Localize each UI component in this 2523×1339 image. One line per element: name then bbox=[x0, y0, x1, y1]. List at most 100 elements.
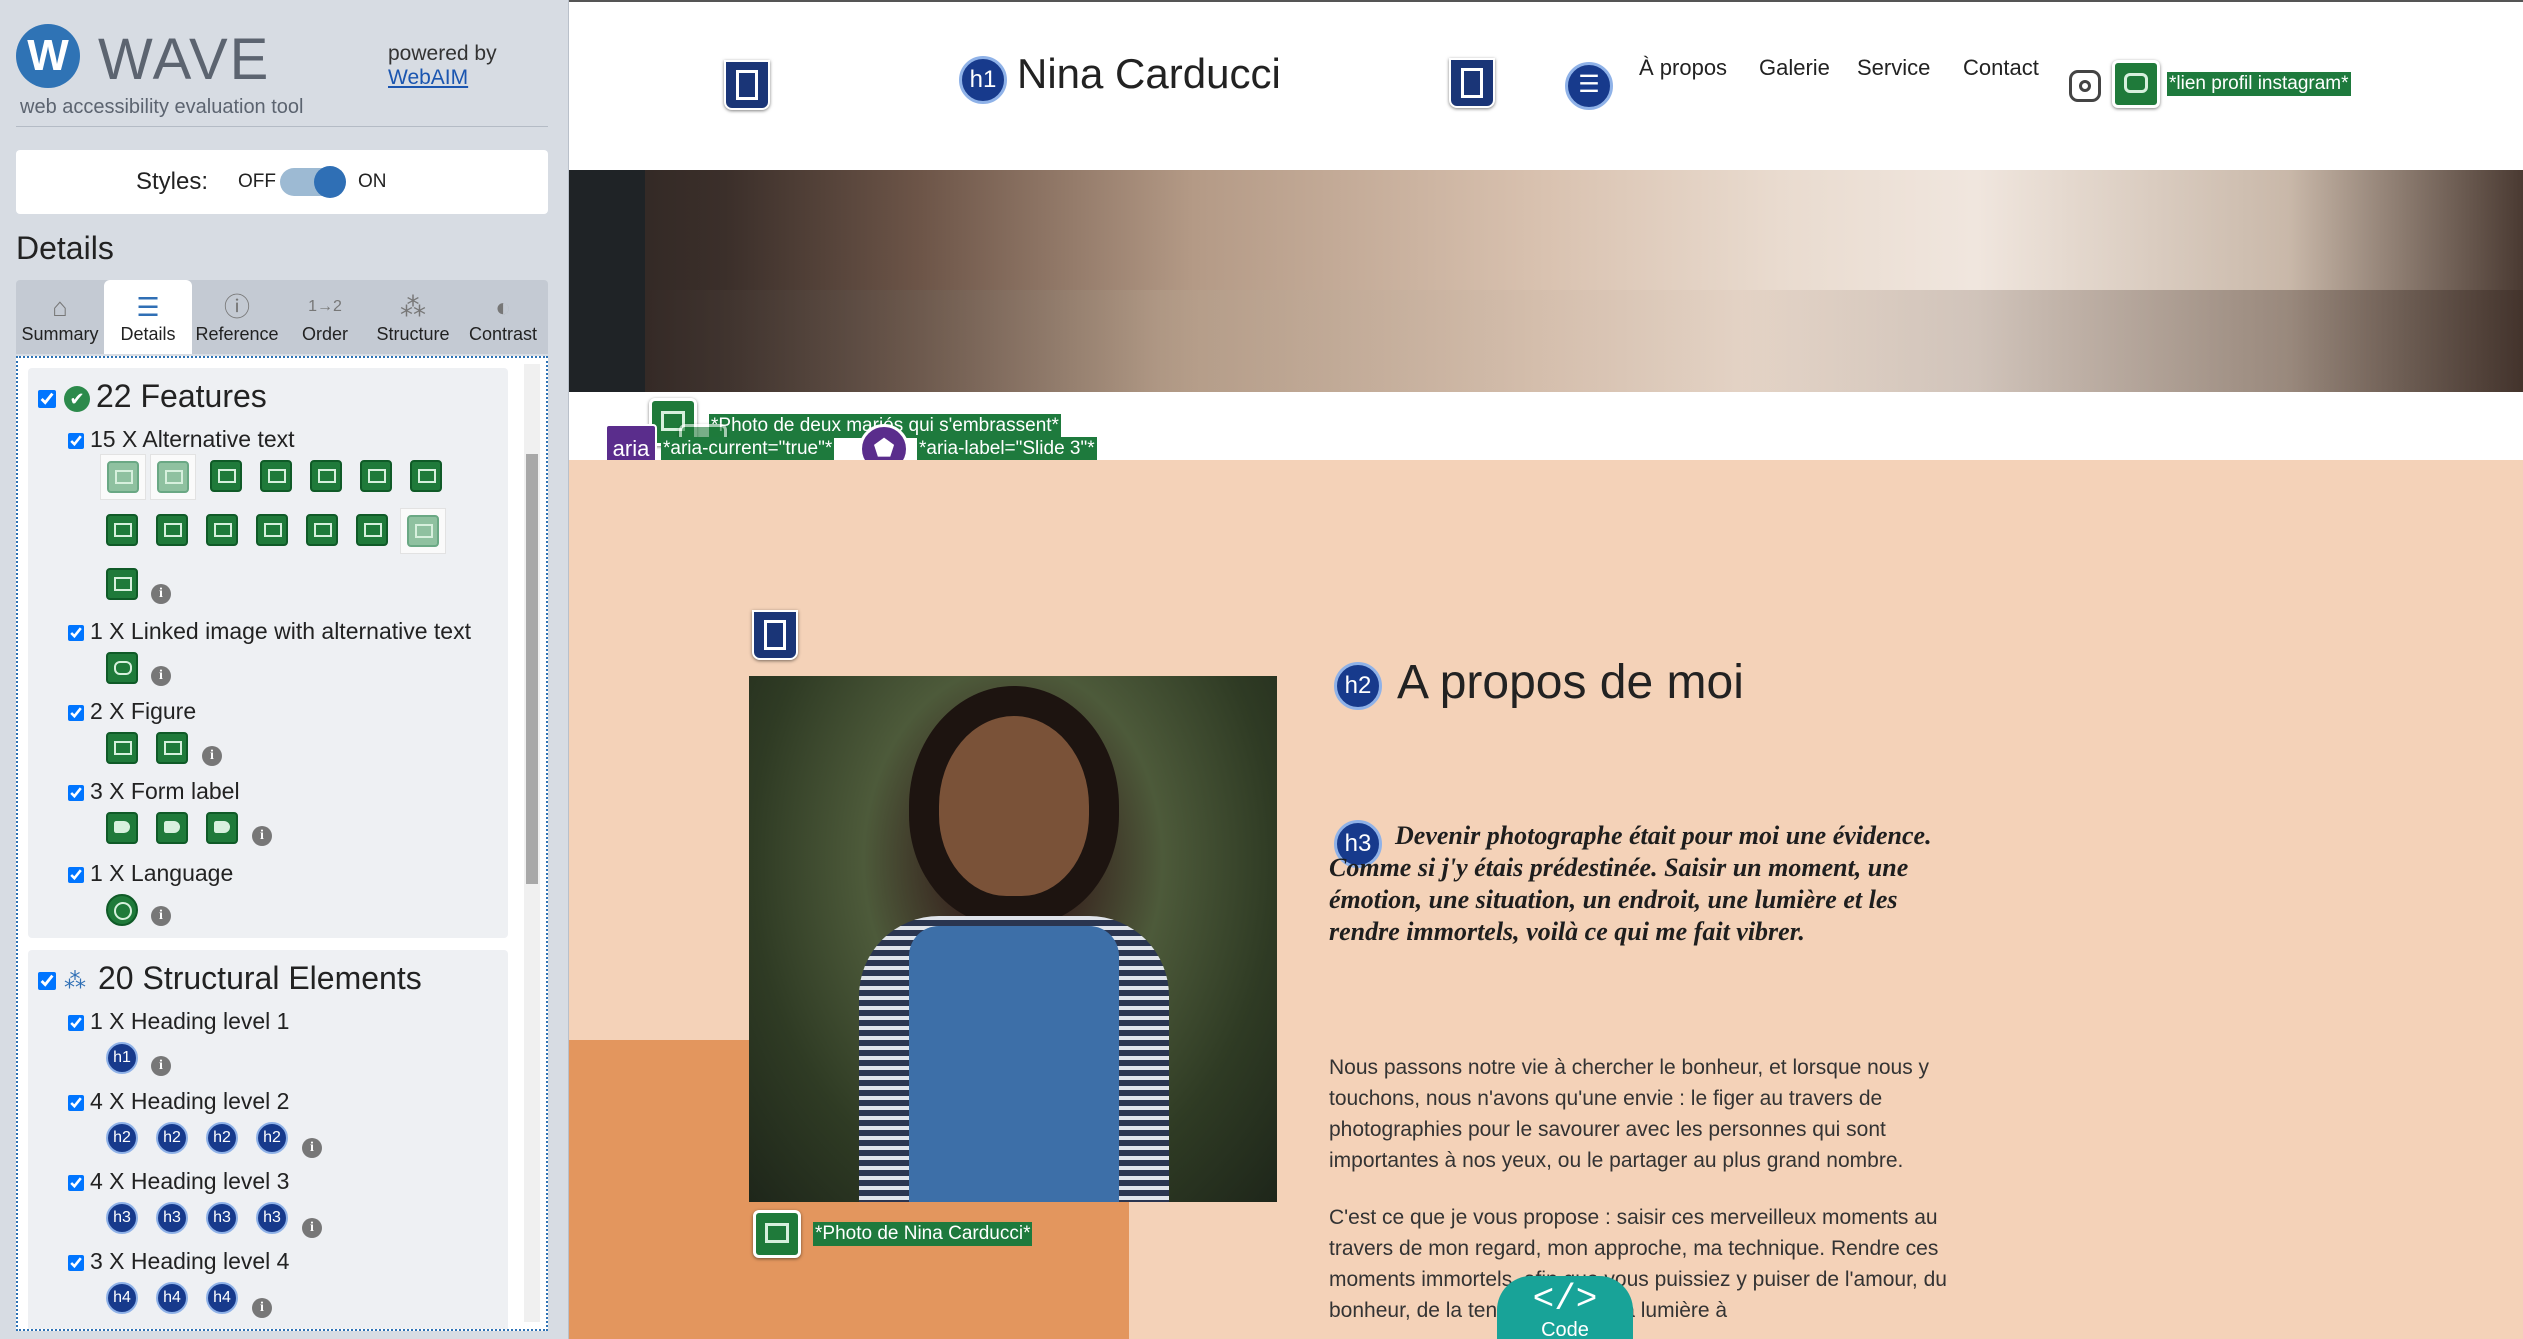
structure-icon: ⁂ bbox=[64, 967, 86, 993]
tab-details[interactable]: ☰ Details bbox=[104, 280, 192, 354]
h2-badge-icon[interactable]: h2 bbox=[156, 1122, 188, 1154]
h1-checkbox[interactable] bbox=[68, 1014, 84, 1031]
image-icon[interactable] bbox=[410, 460, 442, 492]
figure-icon[interactable] bbox=[106, 732, 138, 764]
section-landmark-icon[interactable] bbox=[752, 610, 798, 660]
instagram-icon[interactable] bbox=[2069, 70, 2101, 102]
h3-badge-icon[interactable]: h3 bbox=[206, 1202, 238, 1234]
h3-badge-icon[interactable]: h3 bbox=[156, 1202, 188, 1234]
site-title: Nina Carducci bbox=[1017, 50, 1281, 97]
portrait-photo bbox=[749, 676, 1277, 1202]
h4-badge-icon[interactable]: h4 bbox=[106, 1282, 138, 1314]
tab-order[interactable]: 1→2 Order bbox=[282, 280, 368, 354]
webaim-link[interactable]: WebAIM bbox=[388, 66, 468, 89]
contrast-icon: ◐ bbox=[495, 292, 511, 322]
info-icon[interactable]: i bbox=[252, 826, 272, 846]
feature-alt-text: 15 X Alternative text bbox=[68, 426, 295, 453]
info-icon[interactable]: i bbox=[151, 906, 171, 926]
tab-reference[interactable]: ⓘ Reference bbox=[192, 280, 282, 354]
alt-text-icon-wrap[interactable] bbox=[100, 454, 146, 500]
info-icon[interactable]: i bbox=[151, 1056, 171, 1076]
header-landmark-icon[interactable] bbox=[724, 60, 770, 110]
code-label: Code bbox=[1541, 1319, 1589, 1339]
h1-badge-icon[interactable]: h1 bbox=[959, 56, 1007, 104]
wave-sidebar: W WAVE web accessibility evaluation tool… bbox=[0, 0, 569, 1339]
form-label-checkbox[interactable] bbox=[68, 784, 84, 801]
alt-text-icon-wrap[interactable] bbox=[400, 508, 446, 554]
struct-label: 4 X Heading level 3 bbox=[90, 1168, 290, 1194]
linked-image-icon[interactable] bbox=[106, 652, 138, 684]
image-icon[interactable] bbox=[106, 514, 138, 546]
image-icon[interactable] bbox=[206, 514, 238, 546]
tag-icon[interactable] bbox=[156, 812, 188, 844]
h2-badge-icon[interactable]: h2 bbox=[256, 1122, 288, 1154]
alt-text-checkbox[interactable] bbox=[68, 432, 84, 449]
portrait-alt-tag: *Photo de Nina Carducci* bbox=[813, 1222, 1033, 1246]
info-icon[interactable]: i bbox=[302, 1138, 322, 1158]
h4-checkbox[interactable] bbox=[68, 1254, 84, 1271]
figure-icon[interactable] bbox=[156, 732, 188, 764]
linked-image-checkbox[interactable] bbox=[68, 624, 84, 641]
info-icon[interactable]: i bbox=[302, 1218, 322, 1238]
order-icon: 1→2 bbox=[308, 298, 342, 315]
h4-badge-icon[interactable]: h4 bbox=[206, 1282, 238, 1314]
linked-image-icon[interactable] bbox=[2112, 60, 2160, 108]
struct-h2: 4 X Heading level 2 bbox=[68, 1088, 289, 1115]
image-icon[interactable] bbox=[106, 568, 138, 600]
scrollbar-thumb[interactable] bbox=[526, 454, 538, 884]
list-icon[interactable]: ☰ bbox=[1565, 62, 1613, 110]
image-icon[interactable] bbox=[210, 460, 242, 492]
features-checkbox[interactable] bbox=[38, 389, 56, 408]
portrait-head bbox=[939, 716, 1089, 896]
image-icon[interactable] bbox=[360, 460, 392, 492]
image-icon[interactable] bbox=[156, 514, 188, 546]
nav-landmark-icon[interactable] bbox=[1449, 58, 1495, 108]
tab-structure[interactable]: ⁂ Structure bbox=[368, 280, 458, 354]
tab-summary[interactable]: ⌂ Summary bbox=[16, 280, 104, 354]
image-icon[interactable] bbox=[310, 460, 342, 492]
code-button[interactable]: </> Code bbox=[1497, 1276, 1633, 1339]
h2-checkbox[interactable] bbox=[68, 1094, 84, 1111]
image-icon[interactable] bbox=[256, 514, 288, 546]
nav-service[interactable]: Service bbox=[1857, 55, 1930, 81]
image-icon[interactable] bbox=[306, 514, 338, 546]
hero-edge bbox=[569, 170, 645, 392]
info-icon[interactable]: i bbox=[252, 1298, 272, 1318]
features-heading: ✔ 22 Features bbox=[38, 378, 267, 415]
image-icon[interactable] bbox=[753, 1210, 801, 1258]
tag-icon[interactable] bbox=[106, 812, 138, 844]
info-icon[interactable]: i bbox=[151, 584, 171, 604]
tab-label: Contrast bbox=[468, 324, 538, 344]
alt-text-icon-wrap[interactable] bbox=[150, 454, 196, 500]
language-checkbox[interactable] bbox=[68, 866, 84, 883]
h3-badge-icon[interactable]: h3 bbox=[106, 1202, 138, 1234]
info-icon[interactable]: i bbox=[202, 746, 222, 766]
wave-logo[interactable]: W WAVE web accessibility evaluation tool… bbox=[16, 20, 548, 120]
tab-contrast[interactable]: ◐ Contrast bbox=[458, 280, 548, 354]
h2-badge-icon[interactable]: h2 bbox=[206, 1122, 238, 1154]
info-icon[interactable]: i bbox=[151, 666, 171, 686]
nav-apropos[interactable]: À propos bbox=[1639, 55, 1727, 81]
globe-icon[interactable] bbox=[106, 894, 138, 926]
features-heading-text: 22 Features bbox=[96, 378, 267, 414]
h3-badge-icon[interactable]: h3 bbox=[256, 1202, 288, 1234]
figure-checkbox[interactable] bbox=[68, 704, 84, 721]
image-icon[interactable] bbox=[356, 514, 388, 546]
h2-badge-icon[interactable]: h2 bbox=[106, 1122, 138, 1154]
h1-badge-icon[interactable]: h1 bbox=[106, 1042, 138, 1074]
nav-contact[interactable]: Contact bbox=[1963, 55, 2039, 81]
structural-heading-text: 20 Structural Elements bbox=[98, 960, 422, 996]
portrait-overalls bbox=[909, 926, 1119, 1202]
wave-tabs: ⌂ Summary ☰ Details ⓘ Reference 1→2 Orde… bbox=[16, 280, 548, 354]
struct-label: 1 X Heading level 1 bbox=[90, 1008, 290, 1034]
styles-toggle[interactable] bbox=[280, 166, 346, 198]
h3-checkbox[interactable] bbox=[68, 1174, 84, 1191]
panel-scrollbar[interactable] bbox=[524, 364, 540, 1322]
tag-icon[interactable] bbox=[206, 812, 238, 844]
nav-galerie[interactable]: Galerie bbox=[1759, 55, 1830, 81]
struct-label: 3 X Heading level 4 bbox=[90, 1248, 290, 1274]
image-icon[interactable] bbox=[260, 460, 292, 492]
h2-badge-icon[interactable]: h2 bbox=[1334, 662, 1382, 710]
h4-badge-icon[interactable]: h4 bbox=[156, 1282, 188, 1314]
structural-checkbox[interactable] bbox=[38, 971, 56, 990]
